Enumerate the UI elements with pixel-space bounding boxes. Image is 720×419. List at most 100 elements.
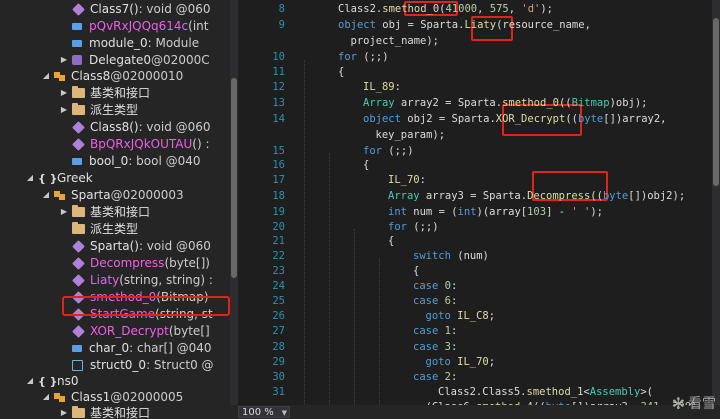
code-line[interactable]: for (;;) [363,145,414,157]
code-line[interactable]: key_param); [376,129,446,141]
tree-item[interactable]: ▶ Delegate0 @02000C [59,52,210,68]
collapsed-arrow-icon[interactable]: ▶ [59,204,69,220]
code-line[interactable]: goto IL_C8; [426,310,496,322]
tree-item-signature: : void @060 [138,120,211,134]
collapsed-arrow-icon[interactable]: ▶ [59,405,69,419]
code-line[interactable]: int num = (int)(array[103] - ' '); [388,206,603,218]
method-icon [72,2,85,16]
code-line[interactable]: object obj2 = Sparta.XOR_Decrypt((byte[]… [363,113,666,125]
expanded-arrow-icon[interactable]: ◢ [25,373,35,389]
tree-item[interactable]: Liaty (string, string) : [72,272,213,288]
tree-item-signature: @02000005 [110,390,184,404]
tree-scroll-thumb[interactable] [231,78,237,278]
tree-item[interactable]: pQvRxJQQq614c (int [72,18,208,34]
line-number: 16 [272,159,285,171]
tree-item-name: pQvRxJQQq614c [89,19,189,33]
line-number: 15 [272,145,285,157]
code-line[interactable]: Class2.smethod_0(41000, 575, 'd'); [338,3,553,15]
tree-item-signature: @02000C [151,53,210,67]
tree-item[interactable]: struct0_0 : Struct0 @ [72,357,214,373]
field-icon [72,22,82,30]
tree-item[interactable]: Class7() : void @060 [72,1,211,17]
code-line[interactable]: case 6: [413,295,457,307]
tree-item[interactable]: module_0 : Module [72,35,199,51]
tree-item[interactable]: ◢ Sparta @02000003 [41,187,184,203]
tree-item-name: struct0_0 [90,358,147,372]
tree-item-signature: : char[] @040 [129,341,212,355]
class-icon [54,71,66,81]
tree-scrollbar[interactable] [230,0,238,419]
tree-item-name: Class8() [90,120,139,134]
tree-item-signature: () : [192,137,210,151]
tree-item[interactable]: ▶ 基类和接口 [59,204,150,220]
collapsed-arrow-icon[interactable]: ▶ [59,102,69,118]
tree-item-name: XOR_Decrypt [90,324,169,338]
code-line[interactable]: goto IL_70; [426,356,496,368]
indent-guide [379,259,380,405]
field-icon [72,157,82,165]
tree-item[interactable]: ▶ 基类和接口 [59,405,150,419]
expanded-arrow-icon[interactable]: ◢ [41,187,51,203]
code-line[interactable]: project_name); [351,35,440,47]
code-line[interactable]: for (;;) [388,221,439,233]
tree-item-signature: : Module [147,36,200,50]
line-number: 14 [272,113,285,125]
code-line[interactable]: case 1: [413,325,457,337]
expanded-arrow-icon[interactable]: ◢ [41,389,51,405]
code-line[interactable]: object obj = Sparta.Liaty(resource_name, [338,19,591,31]
folder-icon [72,86,85,98]
tree-item[interactable]: ◢ Class1 @02000005 [41,389,183,405]
line-number: 11 [272,66,285,78]
code-editor[interactable]: 8 Class2.smethod_0(41000, 575, 'd'); 9 obje… [238,0,712,405]
code-line[interactable]: { [413,265,419,277]
delegate-icon [72,55,82,65]
tree-item[interactable]: ▶ 派生类型 [59,102,138,118]
line-number: 21 [272,235,285,247]
code-line[interactable]: for (;;) [338,51,389,63]
tree-item[interactable]: ◢{ } ns0 [25,373,79,389]
code-scroll-thumb[interactable] [713,18,719,186]
method-icon [72,137,85,151]
tree-item-signature: : void @060 [138,239,211,253]
expanded-arrow-icon[interactable]: ◢ [41,68,51,84]
line-number: 20 [272,221,285,233]
line-number: 22 [272,250,285,262]
tree-item[interactable]: XOR_Decrypt (byte[] [72,323,210,339]
code-line[interactable]: Array array3 = Sparta.Decompress((byte[]… [388,190,685,202]
tree-item[interactable]: ▶ 基类和接口 [59,85,150,101]
tree-item[interactable]: char_0 : char[] @040 [72,340,212,356]
tree-item[interactable]: 派生类型 [59,221,138,237]
code-line[interactable]: switch (num) [413,250,489,262]
zoom-select[interactable]: 100 % ▼ [238,406,290,418]
expanded-arrow-icon[interactable]: ◢ [25,170,35,186]
indent-guide [329,153,330,405]
code-line[interactable]: Class2.Class5.smethod_1<Assembly>( [438,386,653,398]
tree-item[interactable]: bool_0 : bool @040 [72,153,201,169]
tree-item[interactable]: Class8() : void @060 [72,119,211,135]
collapsed-arrow-icon[interactable]: ▶ [59,85,69,101]
code-line[interactable]: case 2: [413,371,457,383]
assembly-tree[interactable]: Class7() : void @060 pQvRxJQQq614c (int mod… [0,0,230,419]
tree-item[interactable]: Decompress (byte[]) [72,255,210,271]
tree-item[interactable]: BpQRxJQkOUTAU() : [72,136,210,152]
code-line[interactable]: { [388,235,394,247]
code-line[interactable]: IL_70: [388,174,426,186]
zoom-value: 100 % [242,407,274,418]
code-line[interactable]: Array array2 = Sparta.smethod_0((Bitmap)… [363,97,648,109]
tree-item[interactable]: ◢{ } Greek [25,170,93,186]
line-number: 27 [272,325,285,337]
method-icon [72,324,85,338]
code-line[interactable]: { [338,66,344,78]
tree-item[interactable]: Sparta() : void @060 [72,238,211,254]
code-line[interactable]: case 0: [413,280,457,292]
code-line[interactable]: { [363,159,369,171]
tree-item-signature: (int [188,19,209,33]
indent-guide [354,229,355,405]
method-icon [72,273,85,287]
code-line[interactable]: case 3: [413,341,457,353]
code-line[interactable]: IL_89: [363,81,401,93]
tree-item[interactable]: ◢ Class8 @02000010 [41,68,183,84]
collapsed-arrow-icon[interactable]: ▶ [59,52,69,68]
folder-icon [72,205,85,217]
code-scrollbar[interactable] [712,0,720,405]
